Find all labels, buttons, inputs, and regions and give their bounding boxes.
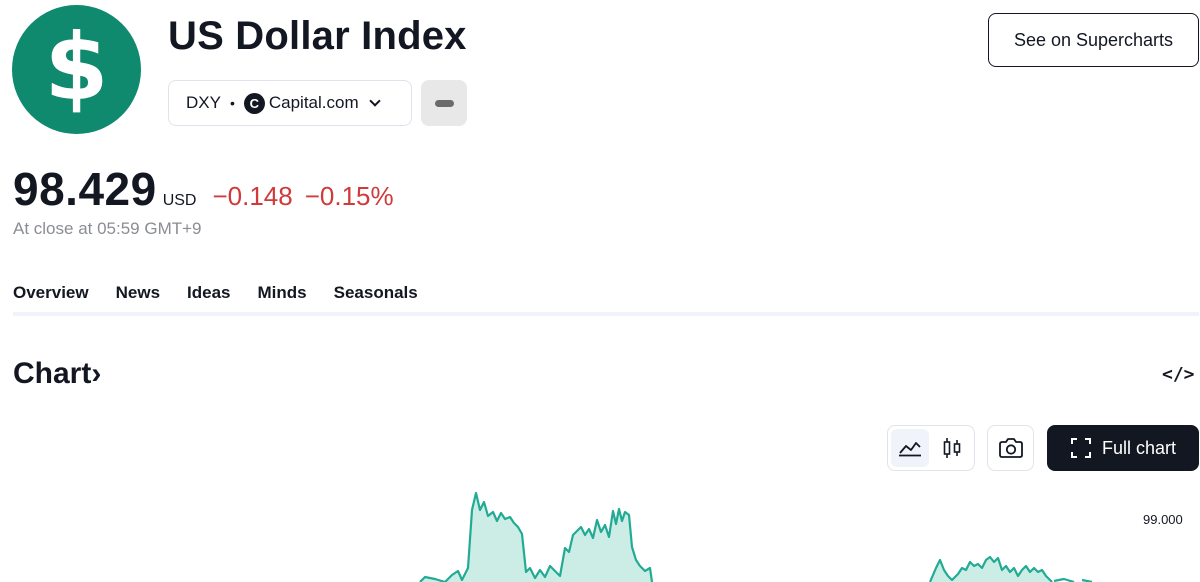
candles-icon: [943, 438, 961, 458]
candles-chart-button[interactable]: [933, 429, 971, 467]
full-chart-label: Full chart: [1101, 437, 1177, 458]
dollar-logo-icon: $: [12, 5, 141, 134]
tab-ideas[interactable]: Ideas: [187, 283, 230, 314]
fullscreen-icon: [1070, 438, 1091, 458]
tab-seasonals[interactable]: Seasonals: [334, 283, 418, 314]
exchange-logo-icon: C: [243, 92, 265, 114]
full-chart-button[interactable]: Full chart: [1047, 425, 1199, 471]
symbol-exchange-selector[interactable]: DXY • C Capital.com: [168, 80, 412, 126]
chevron-right-icon: ›: [91, 357, 102, 390]
y-axis-label: 99.000: [1143, 512, 1183, 527]
tab-bar: Overview News Ideas Minds Seasonals: [13, 283, 445, 316]
chart-heading-text: Chart: [13, 357, 92, 390]
price-area-chart: [419, 491, 1093, 582]
page-title: US Dollar Index: [168, 14, 467, 58]
more-options-button[interactable]: [421, 80, 467, 126]
tab-divider: [13, 312, 1199, 316]
area-chart-icon: [899, 442, 921, 457]
exchange-name: Capital.com: [268, 93, 359, 112]
camera-icon: [998, 438, 1023, 458]
price-area-fill: [420, 493, 1052, 582]
see-on-supercharts-button[interactable]: See on Supercharts: [988, 13, 1199, 67]
symbol-ticker: DXY: [186, 93, 221, 112]
quote-row: 98.429 USD −0.148 −0.15%: [13, 162, 406, 216]
separator-dot: •: [229, 95, 235, 111]
price-change-percent: −0.15%: [304, 181, 394, 211]
area-chart-button[interactable]: [891, 429, 929, 467]
tab-news[interactable]: News: [116, 283, 160, 314]
more-icon: [434, 99, 454, 107]
tab-overview[interactable]: Overview: [13, 283, 89, 316]
price-change: −0.148: [212, 181, 293, 211]
tab-minds[interactable]: Minds: [258, 283, 307, 314]
currency: USD: [162, 192, 197, 209]
last-price: 98.429: [13, 163, 157, 215]
embed-code-icon[interactable]: </>: [1162, 364, 1195, 385]
market-status: At close at 05:59 GMT+9: [13, 219, 202, 238]
chart-section-link[interactable]: Chart›: [13, 357, 101, 391]
chevron-down-icon: [368, 94, 381, 107]
snapshot-button[interactable]: [987, 425, 1034, 471]
chart-type-toggle: [887, 425, 975, 471]
